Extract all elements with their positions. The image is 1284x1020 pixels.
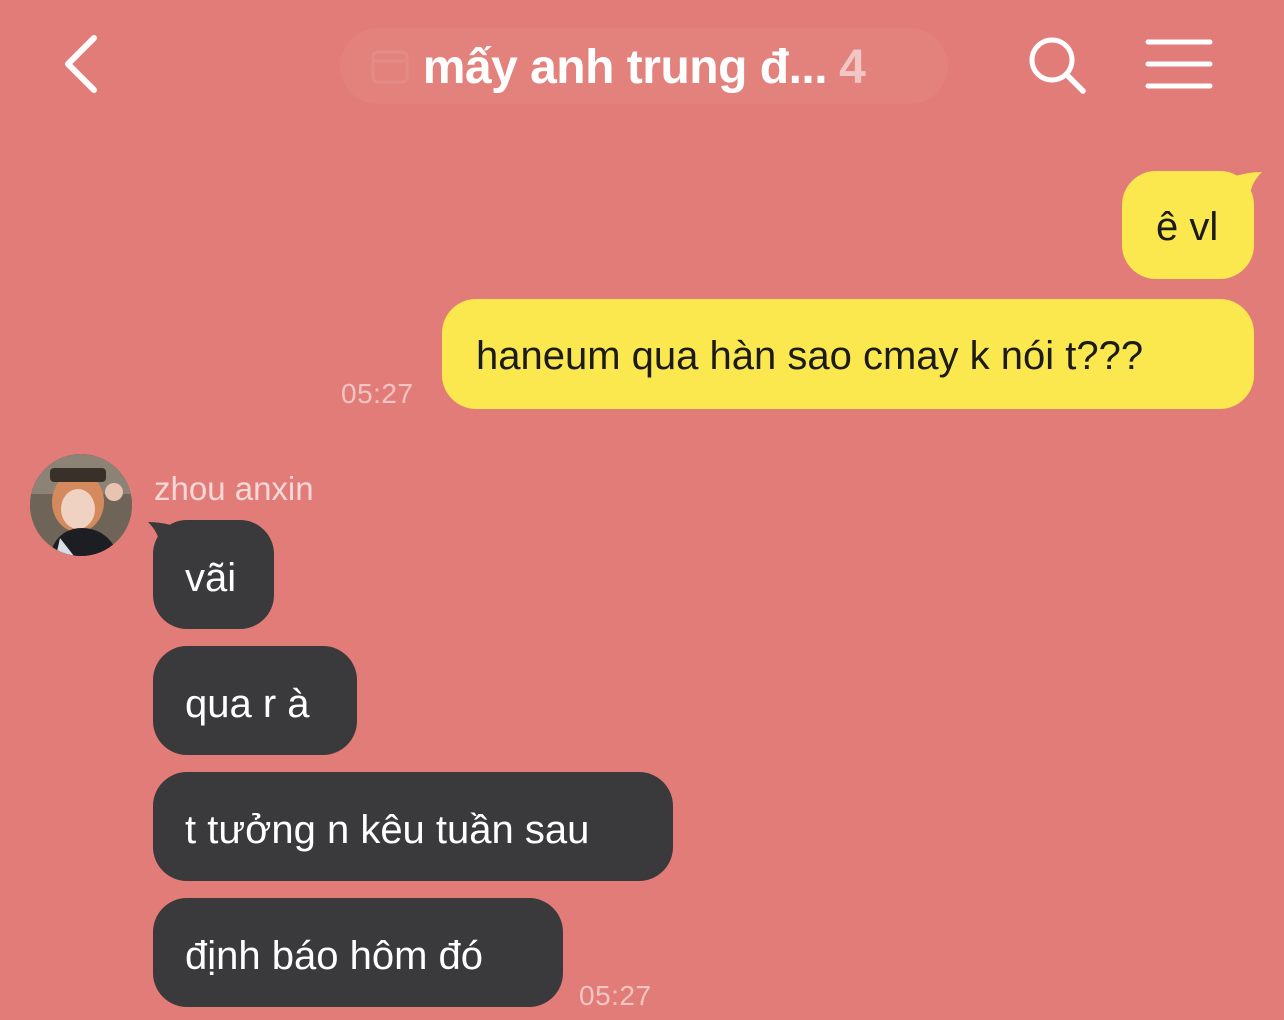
message-text: vãi [185, 556, 237, 600]
chat-header: mấy anh trung đ... 4 [0, 0, 1284, 130]
avatar[interactable] [30, 454, 132, 556]
avatar-image [30, 454, 132, 556]
message-text: t tưởng n kêu tuần sau [185, 808, 590, 852]
message-text: haneum qua hàn sao cmay k nói t??? [476, 334, 1144, 378]
chat-title: mấy anh trung đ... 4 [340, 40, 948, 95]
chevron-left-icon [65, 35, 97, 93]
back-button[interactable] [52, 30, 116, 98]
member-count: 4 [839, 41, 866, 94]
message-timestamp: 05:27 [579, 980, 652, 1011]
sender-name: zhou anxin [154, 470, 314, 507]
message-text: qua r à [185, 682, 310, 726]
message-timestamp: 05:27 [341, 378, 414, 409]
search-button[interactable] [1026, 34, 1088, 96]
message-text: ê vl [1156, 205, 1219, 249]
message-text: định báo hôm đó [185, 934, 484, 978]
incoming-message[interactable]: t tưởng n kêu tuần sau [153, 772, 673, 881]
chat-title-button[interactable]: mấy anh trung đ... 4 [340, 28, 948, 104]
outgoing-message[interactable]: ê vl [1122, 171, 1254, 279]
search-icon [1029, 37, 1086, 94]
incoming-message[interactable]: vãi [153, 520, 274, 629]
chat-title-text: mấy anh trung đ... [422, 41, 828, 94]
menu-icon [1145, 39, 1213, 89]
incoming-message[interactable]: định báo hôm đó [153, 898, 563, 1007]
menu-button[interactable] [1144, 36, 1214, 92]
incoming-message[interactable]: qua r à [153, 646, 357, 755]
outgoing-message[interactable]: haneum qua hàn sao cmay k nói t??? [442, 299, 1254, 409]
